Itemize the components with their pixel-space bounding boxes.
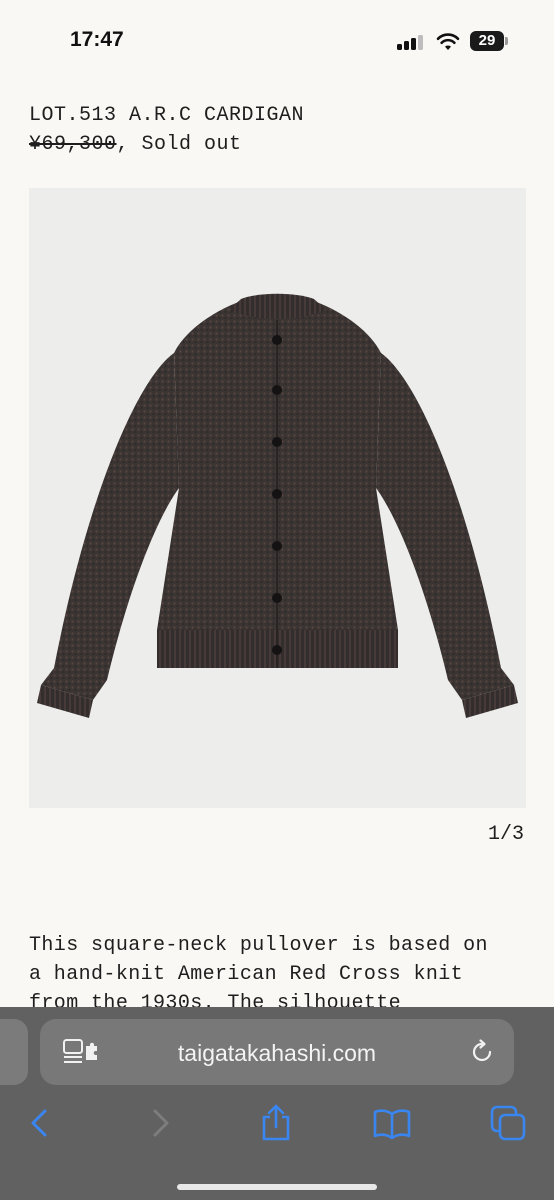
product-image[interactable] — [29, 188, 526, 808]
price-line: ¥69,300, Sold out — [29, 133, 242, 156]
battery-level: 29 — [478, 32, 496, 49]
home-indicator[interactable] — [177, 1184, 377, 1190]
reload-icon[interactable] — [468, 1038, 496, 1066]
image-counter: 1/3 — [487, 823, 524, 846]
chevron-left-icon[interactable] — [20, 1103, 60, 1143]
status-bar: 17:47 29 — [0, 0, 554, 84]
cellular-signal-icon — [397, 34, 423, 50]
browser-toolbar: taigatakahashi.com — [0, 1007, 554, 1200]
chevron-right-icon[interactable] — [140, 1103, 180, 1143]
product-title: LOT.513 A.R.C CARDIGAN — [29, 104, 305, 127]
product-description: This square-neck pullover is based on a … — [29, 934, 488, 1015]
book-icon[interactable] — [372, 1103, 412, 1143]
battery-icon: 29 — [470, 31, 504, 51]
share-icon[interactable] — [256, 1103, 296, 1143]
cardigan-illustration — [37, 293, 518, 718]
product-price: ¥69,300 — [29, 133, 117, 156]
previous-tab-peek[interactable] — [0, 1019, 28, 1085]
wifi-icon — [436, 33, 460, 50]
battery-tip — [505, 37, 508, 45]
tabs-icon[interactable] — [488, 1103, 528, 1143]
status-time: 17:47 — [70, 28, 124, 51]
address-bar[interactable]: taigatakahashi.com — [40, 1019, 514, 1085]
url-text[interactable]: taigatakahashi.com — [40, 1040, 514, 1067]
browser-nav-row — [0, 1095, 554, 1155]
price-separator: , — [116, 133, 130, 156]
sold-out-label: Sold out — [141, 133, 242, 156]
